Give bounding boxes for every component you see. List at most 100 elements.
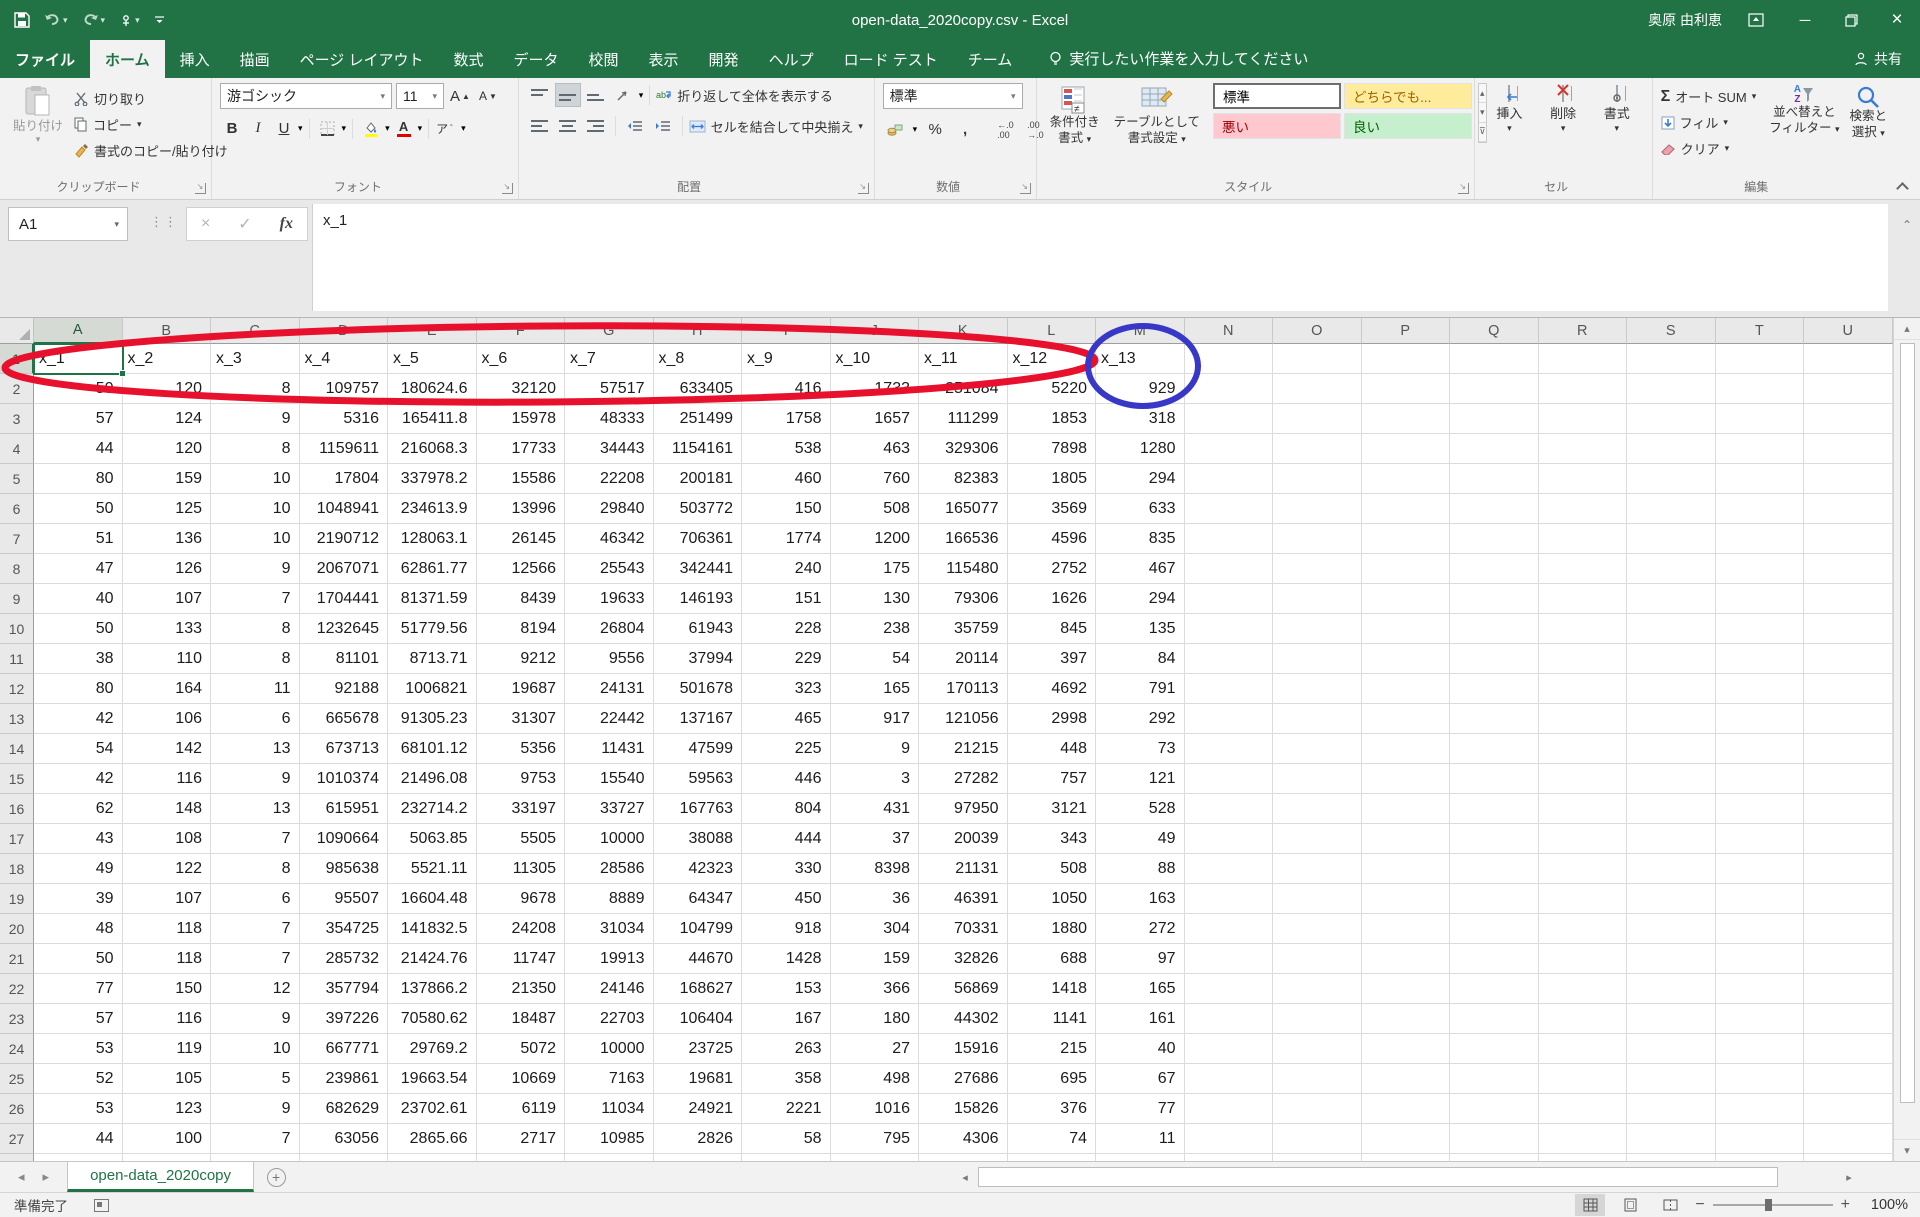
- cell-D23[interactable]: 397226: [300, 1004, 389, 1034]
- cell-G24[interactable]: 10000: [565, 1034, 654, 1064]
- cell-N24[interactable]: [1185, 1034, 1274, 1064]
- font-dialog-launcher[interactable]: ↘: [502, 183, 513, 194]
- cell-J24[interactable]: 27: [831, 1034, 920, 1064]
- cell-E17[interactable]: 5063.85: [388, 824, 477, 854]
- cell-F12[interactable]: 19687: [477, 674, 566, 704]
- cell-U9[interactable]: [1804, 584, 1893, 614]
- cell-S2[interactable]: [1627, 374, 1716, 404]
- cell-K5[interactable]: 82383: [919, 464, 1008, 494]
- cell-P2[interactable]: [1362, 374, 1451, 404]
- cell-J6[interactable]: 508: [831, 494, 920, 524]
- cell-G18[interactable]: 28586: [565, 854, 654, 884]
- cell-E21[interactable]: 21424.76: [388, 944, 477, 974]
- cell-style-either[interactable]: どちらでも...: [1344, 83, 1472, 109]
- cell-G8[interactable]: 25543: [565, 554, 654, 584]
- underline-button[interactable]: U: [272, 116, 296, 141]
- cell-S24[interactable]: [1627, 1034, 1716, 1064]
- cell-K7[interactable]: 166536: [919, 524, 1008, 554]
- cell-A18[interactable]: 49: [34, 854, 123, 884]
- cell-Q2[interactable]: [1450, 374, 1539, 404]
- autosum-dropdown-icon[interactable]: ▾: [1752, 92, 1757, 101]
- cell-Q19[interactable]: [1450, 884, 1539, 914]
- cell-I7[interactable]: 1774: [742, 524, 831, 554]
- cell-L13[interactable]: 2998: [1008, 704, 1097, 734]
- cell-I27[interactable]: 58: [742, 1124, 831, 1154]
- page-break-view-button[interactable]: [1655, 1194, 1685, 1216]
- ribbon-display-options-icon[interactable]: [1748, 12, 1764, 28]
- cell-H9[interactable]: 146193: [654, 584, 743, 614]
- cell-I14[interactable]: 225: [742, 734, 831, 764]
- cell-M1[interactable]: x_13: [1096, 344, 1185, 374]
- conditional-formatting-button[interactable]: ≠ 条件付き 書式 ▾: [1045, 83, 1105, 148]
- cell-Q4[interactable]: [1450, 434, 1539, 464]
- cell-I1[interactable]: x_9: [742, 344, 831, 374]
- cell-E1[interactable]: x_5: [388, 344, 477, 374]
- cell-R11[interactable]: [1539, 644, 1628, 674]
- cell-T16[interactable]: [1716, 794, 1805, 824]
- cell-R10[interactable]: [1539, 614, 1628, 644]
- cell-F28[interactable]: [477, 1154, 566, 1161]
- cell-H1[interactable]: x_8: [654, 344, 743, 374]
- cell-K21[interactable]: 32826: [919, 944, 1008, 974]
- cell-N19[interactable]: [1185, 884, 1274, 914]
- cell-M27[interactable]: 11: [1096, 1124, 1185, 1154]
- row-header-28[interactable]: 28: [0, 1154, 34, 1161]
- delete-cells-button[interactable]: 削除 ▾: [1536, 83, 1590, 133]
- cell-A14[interactable]: 54: [34, 734, 123, 764]
- cell-K12[interactable]: 170113: [919, 674, 1008, 704]
- cell-T4[interactable]: [1716, 434, 1805, 464]
- cell-I5[interactable]: 460: [742, 464, 831, 494]
- cell-B25[interactable]: 105: [123, 1064, 212, 1094]
- cell-D26[interactable]: 682629: [300, 1094, 389, 1124]
- cell-A25[interactable]: 52: [34, 1064, 123, 1094]
- cell-Q17[interactable]: [1450, 824, 1539, 854]
- cell-K16[interactable]: 97950: [919, 794, 1008, 824]
- font-color-dropdown-icon[interactable]: ▾: [418, 124, 423, 133]
- cell-F15[interactable]: 9753: [477, 764, 566, 794]
- zoom-level[interactable]: 100%: [1860, 1197, 1908, 1213]
- cell-T1[interactable]: [1716, 344, 1805, 374]
- row-header-14[interactable]: 14: [0, 734, 34, 764]
- cell-G6[interactable]: 29840: [565, 494, 654, 524]
- cell-G2[interactable]: 57517: [565, 374, 654, 404]
- fill-dropdown-icon[interactable]: ▾: [1723, 118, 1728, 127]
- cell-H8[interactable]: 342441: [654, 554, 743, 584]
- cell-T26[interactable]: [1716, 1094, 1805, 1124]
- paste-dropdown-icon[interactable]: ▾: [36, 135, 41, 144]
- row-header-24[interactable]: 24: [0, 1034, 34, 1064]
- cell-P18[interactable]: [1362, 854, 1451, 884]
- cell-D5[interactable]: 17804: [300, 464, 389, 494]
- cell-Q24[interactable]: [1450, 1034, 1539, 1064]
- cell-J10[interactable]: 238: [831, 614, 920, 644]
- vertical-scroll-thumb[interactable]: [1900, 343, 1915, 1103]
- orientation-button[interactable]: [611, 83, 637, 107]
- column-header-D[interactable]: D: [300, 318, 389, 344]
- cell-S26[interactable]: [1627, 1094, 1716, 1124]
- cell-J16[interactable]: 431: [831, 794, 920, 824]
- column-header-K[interactable]: K: [919, 318, 1008, 344]
- cell-H7[interactable]: 706361: [654, 524, 743, 554]
- cell-P24[interactable]: [1362, 1034, 1451, 1064]
- column-header-C[interactable]: C: [211, 318, 300, 344]
- cell-L15[interactable]: 757: [1008, 764, 1097, 794]
- row-header-25[interactable]: 25: [0, 1064, 34, 1094]
- column-header-I[interactable]: I: [742, 318, 831, 344]
- customize-qat-button[interactable]: [154, 14, 165, 26]
- cell-D10[interactable]: 1232645: [300, 614, 389, 644]
- cell-B23[interactable]: 116: [123, 1004, 212, 1034]
- cell-E22[interactable]: 137866.2: [388, 974, 477, 1004]
- cell-D11[interactable]: 81101: [300, 644, 389, 674]
- autosum-button[interactable]: Σ オート SUM ▾: [1661, 85, 1757, 108]
- cell-G22[interactable]: 24146: [565, 974, 654, 1004]
- cell-H17[interactable]: 38088: [654, 824, 743, 854]
- cell-O23[interactable]: [1273, 1004, 1362, 1034]
- cell-I13[interactable]: 465: [742, 704, 831, 734]
- cell-A16[interactable]: 62: [34, 794, 123, 824]
- cell-R4[interactable]: [1539, 434, 1628, 464]
- cell-E26[interactable]: 23702.61: [388, 1094, 477, 1124]
- cell-G21[interactable]: 19913: [565, 944, 654, 974]
- cell-J13[interactable]: 917: [831, 704, 920, 734]
- cell-F3[interactable]: 15978: [477, 404, 566, 434]
- cell-R5[interactable]: [1539, 464, 1628, 494]
- sheet-nav-right-icon[interactable]: ▸: [43, 1169, 50, 1185]
